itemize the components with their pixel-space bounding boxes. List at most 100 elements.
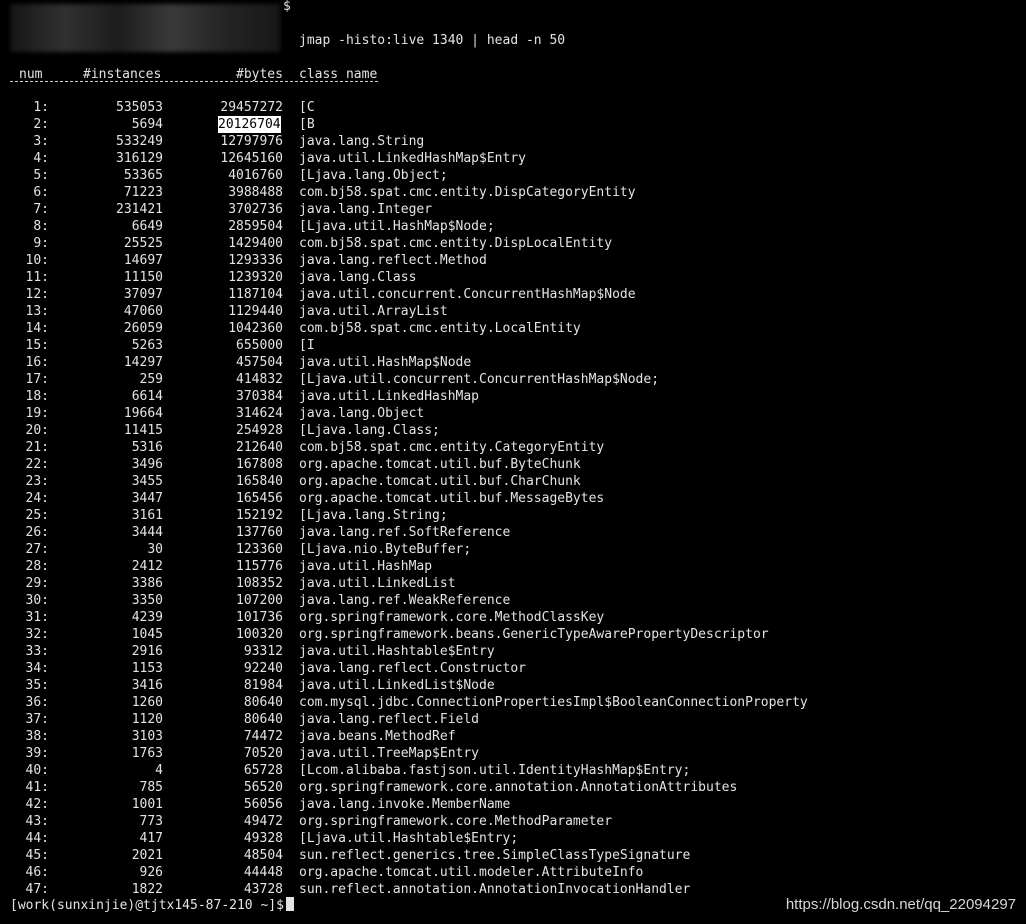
shell-prompt[interactable]: [work(sunxinjie)@tjtx145-87-210 ~]$ (10, 897, 294, 914)
table-row: 7: 231421 3702736 java.lang.Integer (0, 201, 900, 218)
row-class-name: java.lang.Integer (299, 202, 433, 217)
row-class-name: [Ljava.lang.Object; (299, 168, 448, 183)
table-row: 34: 1153 92240 java.lang.reflect.Constructo… (0, 660, 900, 677)
row-bytes: 123360 (236, 542, 283, 557)
row-bytes: 56056 (243, 797, 283, 812)
table-row: 31: 4239 101736 org.springframework.core.Me… (0, 609, 900, 626)
row-class-name: sun.reflect.generics.tree.SimpleClassTyp… (299, 848, 691, 863)
table-row: 5: 53365 4016760 [Ljava.lang.Object; (0, 167, 900, 184)
row-instances: 5694 (131, 117, 163, 132)
row-bytes: 115776 (236, 559, 283, 574)
text-cursor (285, 897, 294, 911)
row-bytes: 74472 (243, 729, 283, 744)
row-class-name: java.util.LinkedList (299, 576, 456, 591)
table-row: 14: 26059 1042360 com.bj58.spat.cmc.entity.… (0, 320, 900, 337)
table-row: 45: 2021 48504 sun.reflect.generics.tree.Si… (0, 847, 900, 864)
table-row: 37: 1120 80640 java.lang.reflect.Field (0, 711, 900, 728)
table-row: 40: 4 65728 [Lcom.alibaba.fastjson.util.Ide… (0, 762, 900, 779)
row-bytes: 65728 (243, 763, 283, 778)
table-row: 43: 773 49472 org.springframework.core.Meth… (0, 813, 900, 830)
row-class-name: org.apache.tomcat.util.modeler.Attribute… (299, 865, 644, 880)
row-class-name: com.bj58.spat.cmc.entity.CategoryEntity (299, 440, 605, 455)
row-bytes: 1042360 (228, 321, 283, 336)
row-class-name: java.util.LinkedHashMap (299, 389, 480, 404)
row-bytes: 100320 (236, 627, 283, 642)
row-bytes: 81984 (243, 678, 283, 693)
row-class-name: [Ljava.util.HashMap$Node; (299, 219, 495, 234)
table-row: 19: 19664 314624 java.lang.Object (0, 405, 900, 422)
row-class-name: org.apache.tomcat.util.buf.CharChunk (299, 474, 581, 489)
table-row: 36: 1260 80640 com.mysql.jdbc.ConnectionPro… (0, 694, 900, 711)
row-bytes: 93312 (243, 644, 283, 659)
row-bytes: 2859504 (228, 219, 283, 234)
row-class-name: java.lang.reflect.Field (299, 712, 480, 727)
row-class-name: java.lang.invoke.MemberName (299, 797, 511, 812)
row-bytes: 370384 (236, 389, 283, 404)
table-row: 35: 3416 81984 java.util.LinkedList$Node (0, 677, 900, 694)
row-class-name: java.lang.Object (299, 406, 425, 421)
header-separator (10, 81, 378, 82)
row-class-name: java.util.LinkedList$Node (299, 678, 495, 693)
table-row: 29: 3386 108352 java.util.LinkedList (0, 575, 900, 592)
row-class-name: java.util.HashMap (299, 559, 433, 574)
row-bytes: 212640 (236, 440, 283, 455)
row-bytes: 70520 (243, 746, 283, 761)
prompt-text: [work(sunxinjie)@tjtx145-87-210 ~]$ (10, 898, 284, 913)
table-row: 25: 3161 152192 [Ljava.lang.String; (0, 507, 900, 524)
row-class-name: [Ljava.lang.String; (299, 508, 448, 523)
table-row: 21: 5316 212640 com.bj58.spat.cmc.entity.Ca… (0, 439, 900, 456)
table-row: 13: 47060 1129440 java.util.ArrayList (0, 303, 900, 320)
table-row: 12: 37097 1187104 java.util.concurrent.Conc… (0, 286, 900, 303)
row-class-name: java.util.Hashtable$Entry (299, 644, 495, 659)
row-class-name: java.util.LinkedHashMap$Entry (299, 151, 526, 166)
command-line: jmap -histo:live 1340 | head -n 50 (299, 33, 566, 48)
row-class-name: com.mysql.jdbc.ConnectionPropertiesImpl$… (299, 695, 808, 710)
table-row: 46: 926 44448 org.apache.tomcat.util.modele… (0, 864, 900, 881)
row-class-name: org.apache.tomcat.util.buf.ByteChunk (299, 457, 581, 472)
table-row: 15: 5263 655000 [I (0, 337, 900, 354)
row-class-name: org.springframework.core.MethodParameter (299, 814, 613, 829)
row-bytes: 29457272 (220, 100, 283, 115)
redacted-prompt (10, 4, 280, 52)
row-bytes: 1129440 (228, 304, 283, 319)
row-bytes: 12797976 (220, 134, 283, 149)
row-bytes: 1429400 (228, 236, 283, 251)
table-row: 47: 1822 43728 sun.reflect.annotation.Annot… (0, 881, 900, 898)
row-bytes: 1293336 (228, 253, 283, 268)
row-class-name: com.bj58.spat.cmc.entity.LocalEntity (299, 321, 581, 336)
row-bytes: 3702736 (228, 202, 283, 217)
row-bytes: 43728 (243, 882, 283, 897)
row-bytes: 167808 (236, 457, 283, 472)
row-class-name: sun.reflect.annotation.AnnotationInvocat… (299, 882, 691, 897)
row-bytes: 4016760 (228, 168, 283, 183)
row-bytes: 101736 (236, 610, 283, 625)
row-class-name: org.springframework.beans.GenericTypeAwa… (299, 627, 769, 642)
row-bytes: 92240 (243, 661, 283, 676)
table-row: 9: 25525 1429400 com.bj58.spat.cmc.entity.D… (0, 235, 900, 252)
row-class-name: com.bj58.spat.cmc.entity.DispCategoryEnt… (299, 185, 636, 200)
table-row: 20: 11415 254928 [Ljava.lang.Class; (0, 422, 900, 439)
row-bytes: 1187104 (228, 287, 283, 302)
row-class-name: java.lang.ref.SoftReference (299, 525, 511, 540)
row-bytes: 137760 (236, 525, 283, 540)
row-bytes: 12645160 (220, 151, 283, 166)
table-row: 30: 3350 107200 java.lang.ref.WeakReference (0, 592, 900, 609)
row-bytes: 44448 (243, 865, 283, 880)
row-class-name: java.lang.reflect.Method (299, 253, 487, 268)
table-row: 24: 3447 165456 org.apache.tomcat.util.buf.… (0, 490, 900, 507)
terminal-window[interactable]: $ jmap -histo:live 1340 | head -n 50 num… (0, 0, 1026, 924)
row-bytes: 48504 (243, 848, 283, 863)
row-class-name: [Ljava.util.Hashtable$Entry; (299, 831, 519, 846)
row-bytes: 108352 (236, 576, 283, 591)
table-row: 4: 316129 12645160 java.util.LinkedHashMap$… (0, 150, 900, 167)
row-class-name: java.lang.reflect.Constructor (299, 661, 526, 676)
row-bytes: 20126704 (218, 116, 281, 133)
row-bytes: 414832 (236, 372, 283, 387)
row-class-name: com.bj58.spat.cmc.entity.DispLocalEntity (299, 236, 613, 251)
row-class-name: java.lang.String (299, 134, 425, 149)
table-row: 42: 1001 56056 java.lang.invoke.MemberName (0, 796, 900, 813)
table-row: 33: 2916 93312 java.util.Hashtable$Entry (0, 643, 900, 660)
table-row: 28: 2412 115776 java.util.HashMap (0, 558, 900, 575)
row-bytes: 80640 (243, 712, 283, 727)
row-class-name: java.util.TreeMap$Entry (299, 746, 480, 761)
